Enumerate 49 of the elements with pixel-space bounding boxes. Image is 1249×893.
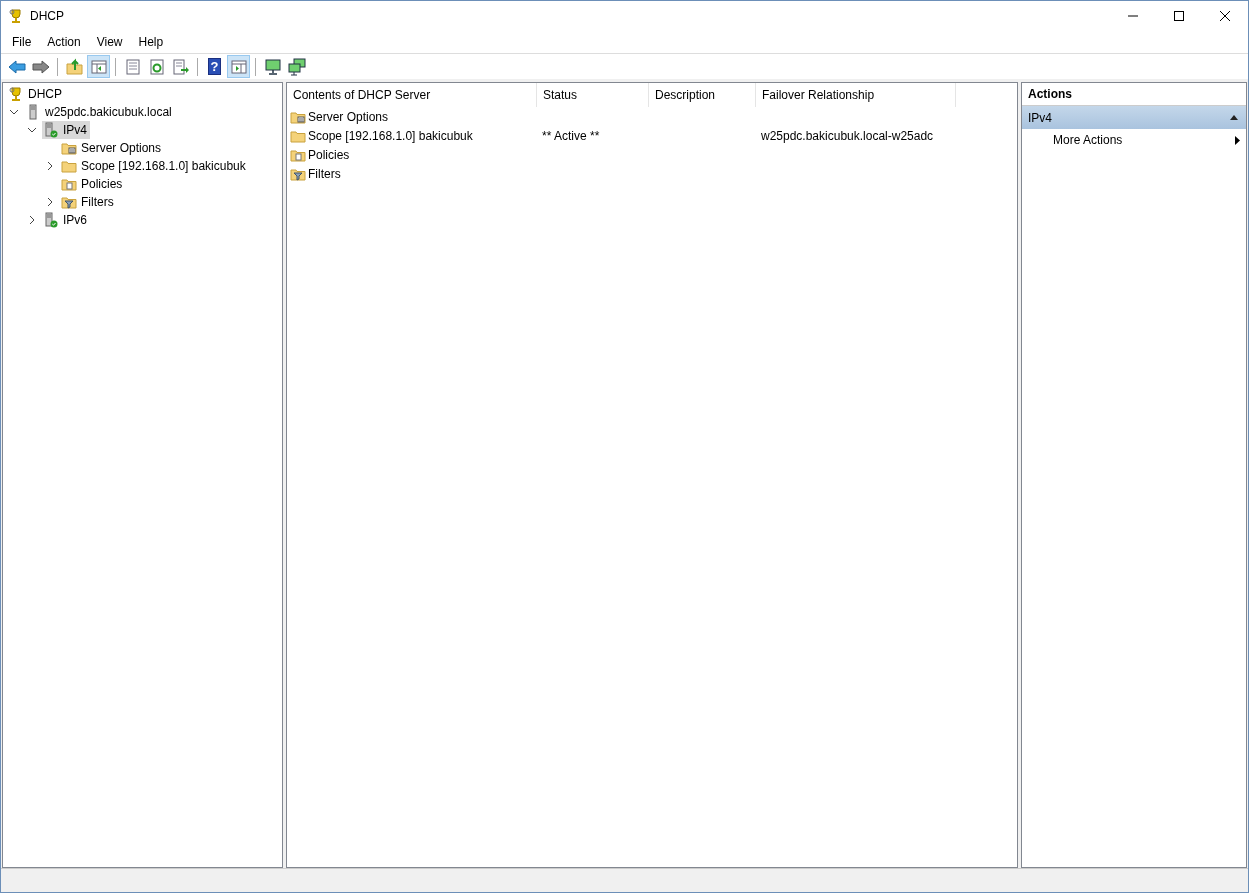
menu-item[interactable]: Action — [39, 35, 89, 49]
forward-arrow-icon — [31, 57, 50, 76]
refresh-icon — [147, 57, 166, 76]
tree-item[interactable]: Policies — [60, 175, 126, 193]
tree-item[interactable]: w25pdc.bakicubuk.local — [24, 103, 175, 121]
folder-icon — [61, 158, 77, 174]
column-header[interactable]: Status — [537, 83, 649, 107]
menu-item[interactable]: Help — [130, 35, 172, 49]
list-item[interactable]: Server Options — [308, 109, 389, 124]
server-check-icon — [43, 122, 59, 138]
actions-section-header[interactable]: IPv4 — [1022, 106, 1246, 129]
tree-item[interactable]: Filters — [60, 193, 117, 211]
action-item[interactable]: More Actions — [1022, 129, 1246, 151]
export-list-icon — [171, 57, 190, 76]
trophy-icon — [8, 86, 24, 102]
column-header[interactable]: Failover Relationship — [756, 83, 956, 107]
server-check-icon — [43, 212, 59, 228]
tree-item[interactable]: Scope [192.168.1.0] bakicubuk — [60, 157, 249, 175]
toolbar-button[interactable] — [87, 55, 110, 78]
column-header[interactable]: Description — [649, 83, 756, 107]
filter-folder-icon — [61, 194, 77, 210]
window-title: DHCP — [30, 9, 65, 23]
table-cell: w25pdc.bakicubuk.local-w25adc — [761, 128, 934, 143]
folder-up-icon — [65, 57, 84, 76]
column-header[interactable]: Contents of DHCP Server — [287, 83, 537, 107]
properties-icon — [123, 57, 142, 76]
tree-item[interactable]: Server Options — [60, 139, 165, 157]
tree-item[interactable]: IPv4 — [42, 121, 90, 139]
folder-options-icon — [61, 140, 77, 156]
monitor-icon — [263, 57, 282, 76]
back-arrow-icon — [7, 57, 26, 76]
menu-item[interactable]: View — [88, 35, 131, 49]
maximize-icon — [1174, 11, 1184, 21]
list-item[interactable]: Filters — [308, 166, 341, 181]
tree-item[interactable]: DHCP — [7, 85, 65, 103]
menu-item[interactable]: File — [4, 35, 40, 49]
table-cell: ** Active ** — [542, 128, 600, 143]
trophy-icon — [8, 8, 24, 24]
pane-icon — [89, 57, 108, 76]
list-item[interactable]: Policies — [308, 147, 350, 162]
close-icon — [1220, 11, 1230, 21]
toolbar-button[interactable] — [285, 55, 308, 78]
tree-item[interactable]: IPv6 — [42, 211, 90, 229]
toolbar-button[interactable] — [227, 55, 250, 78]
list-item[interactable]: Scope [192.168.1.0] bakicubuk — [308, 128, 473, 143]
monitors-icon — [287, 57, 306, 76]
help-button[interactable]: ? — [203, 55, 226, 78]
pane-icon — [229, 57, 248, 76]
policy-folder-icon — [61, 176, 77, 192]
